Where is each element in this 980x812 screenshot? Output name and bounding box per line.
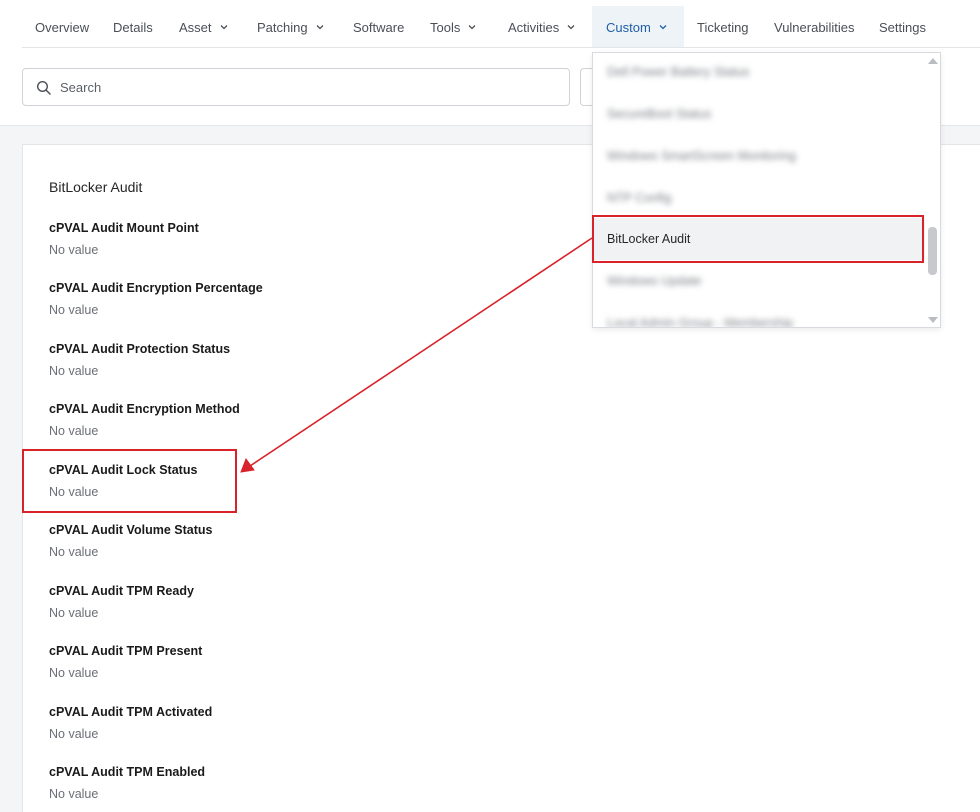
tab-label: Ticketing	[697, 19, 749, 35]
field-tpm-ready: cPVAL Audit TPM Ready No value	[49, 584, 194, 620]
dropdown-item-label: NTP Config	[607, 191, 672, 205]
custom-dropdown-menu: Dell Power Battery Status SecureBoot Sta…	[592, 52, 941, 328]
chevron-down-icon	[468, 25, 476, 30]
tab-tools[interactable]: Tools	[430, 6, 478, 48]
field-value: No value	[49, 424, 99, 438]
field-label: cPVAL Audit Mount Point	[49, 221, 199, 235]
chevron-down-icon	[659, 25, 667, 30]
dropdown-item-label: Windows SmartScreen Monitoring	[607, 149, 796, 163]
tab-label: Activities	[508, 19, 560, 35]
scroll-down-arrow-icon[interactable]	[928, 317, 938, 323]
field-label: cPVAL Audit Encryption Method	[49, 402, 240, 416]
field-value: No value	[49, 606, 99, 620]
tab-details[interactable]: Details	[113, 6, 153, 48]
dropdown-item[interactable]: Windows SmartScreen Monitoring	[593, 135, 925, 177]
annotation-highlight-bitlocker-audit	[592, 215, 924, 263]
tab-custom[interactable]: Custom	[592, 6, 684, 48]
tab-overview[interactable]: Overview	[35, 6, 89, 48]
field-tpm-enabled: cPVAL Audit TPM Enabled No value	[49, 765, 205, 801]
search-icon	[36, 80, 51, 95]
field-label: cPVAL Audit TPM Activated	[49, 705, 213, 719]
tab-vulnerabilities[interactable]: Vulnerabilities	[774, 6, 854, 48]
search-field[interactable]	[22, 68, 570, 106]
tab-asset[interactable]: Asset	[179, 6, 230, 48]
chevron-down-icon	[567, 25, 575, 30]
field-encryption-method: cPVAL Audit Encryption Method No value	[49, 402, 240, 438]
tab-label: Settings	[879, 19, 926, 35]
tab-label: Vulnerabilities	[774, 19, 855, 35]
field-volume-status: cPVAL Audit Volume Status No value	[49, 523, 212, 559]
field-value: No value	[49, 727, 99, 741]
tab-label: Software	[353, 19, 405, 35]
field-label: cPVAL Audit Protection Status	[49, 342, 231, 356]
dropdown-item[interactable]: SecureBoot Status	[593, 93, 925, 135]
dropdown-item-label: Windows Update	[607, 274, 702, 288]
dropdown-item-label: SecureBoot Status	[607, 107, 712, 121]
tab-label: Custom	[606, 19, 651, 35]
tab-settings[interactable]: Settings	[879, 6, 926, 48]
tab-label: Tools	[430, 19, 461, 35]
field-value: No value	[49, 666, 99, 680]
tab-label: Overview	[35, 19, 90, 35]
field-value: No value	[49, 787, 99, 801]
dropdown-item[interactable]: NTP Config	[593, 177, 925, 219]
field-value: No value	[49, 364, 99, 378]
field-label: cPVAL Audit Volume Status	[49, 523, 213, 537]
tab-label: Details	[113, 19, 153, 35]
tab-patching[interactable]: Patching	[257, 6, 326, 48]
tab-ticketing[interactable]: Ticketing	[697, 6, 749, 48]
field-encryption-percentage: cPVAL Audit Encryption Percentage No val…	[49, 281, 263, 317]
field-mount-point: cPVAL Audit Mount Point No value	[49, 221, 199, 257]
dropdown-item-label: Dell Power Battery Status	[607, 65, 750, 79]
chevron-down-icon	[220, 25, 227, 30]
dropdown-item[interactable]: Windows Update	[593, 260, 925, 302]
top-nav: Overview Details Asset Patching Software…	[0, 0, 980, 48]
annotation-highlight-lock-status	[22, 449, 237, 513]
tab-activities[interactable]: Activities	[508, 6, 577, 48]
field-label: cPVAL Audit TPM Enabled	[49, 765, 206, 779]
field-protection-status: cPVAL Audit Protection Status No value	[49, 342, 230, 378]
field-value: No value	[49, 545, 99, 559]
field-tpm-present: cPVAL Audit TPM Present No value	[49, 644, 202, 680]
tab-software[interactable]: Software	[353, 6, 404, 48]
tab-label: Asset	[179, 19, 212, 35]
tab-label: Patching	[257, 19, 308, 35]
dropdown-item[interactable]: Local Admin Group - Membership	[593, 302, 925, 328]
field-label: cPVAL Audit TPM Ready	[49, 584, 194, 598]
chevron-down-icon	[316, 25, 324, 30]
dropdown-scrollbar-thumb[interactable]	[928, 227, 937, 275]
field-tpm-activated: cPVAL Audit TPM Activated No value	[49, 705, 212, 741]
field-value: No value	[49, 303, 99, 317]
scroll-up-arrow-icon[interactable]	[928, 58, 938, 64]
field-label: cPVAL Audit TPM Present	[49, 644, 203, 658]
search-input[interactable]	[60, 77, 560, 97]
dropdown-item[interactable]: Dell Power Battery Status	[593, 53, 925, 93]
field-label: cPVAL Audit Encryption Percentage	[49, 281, 263, 295]
section-title: BitLocker Audit	[49, 179, 143, 195]
field-value: No value	[49, 243, 99, 257]
dropdown-item-label: Local Admin Group - Membership	[607, 316, 794, 328]
